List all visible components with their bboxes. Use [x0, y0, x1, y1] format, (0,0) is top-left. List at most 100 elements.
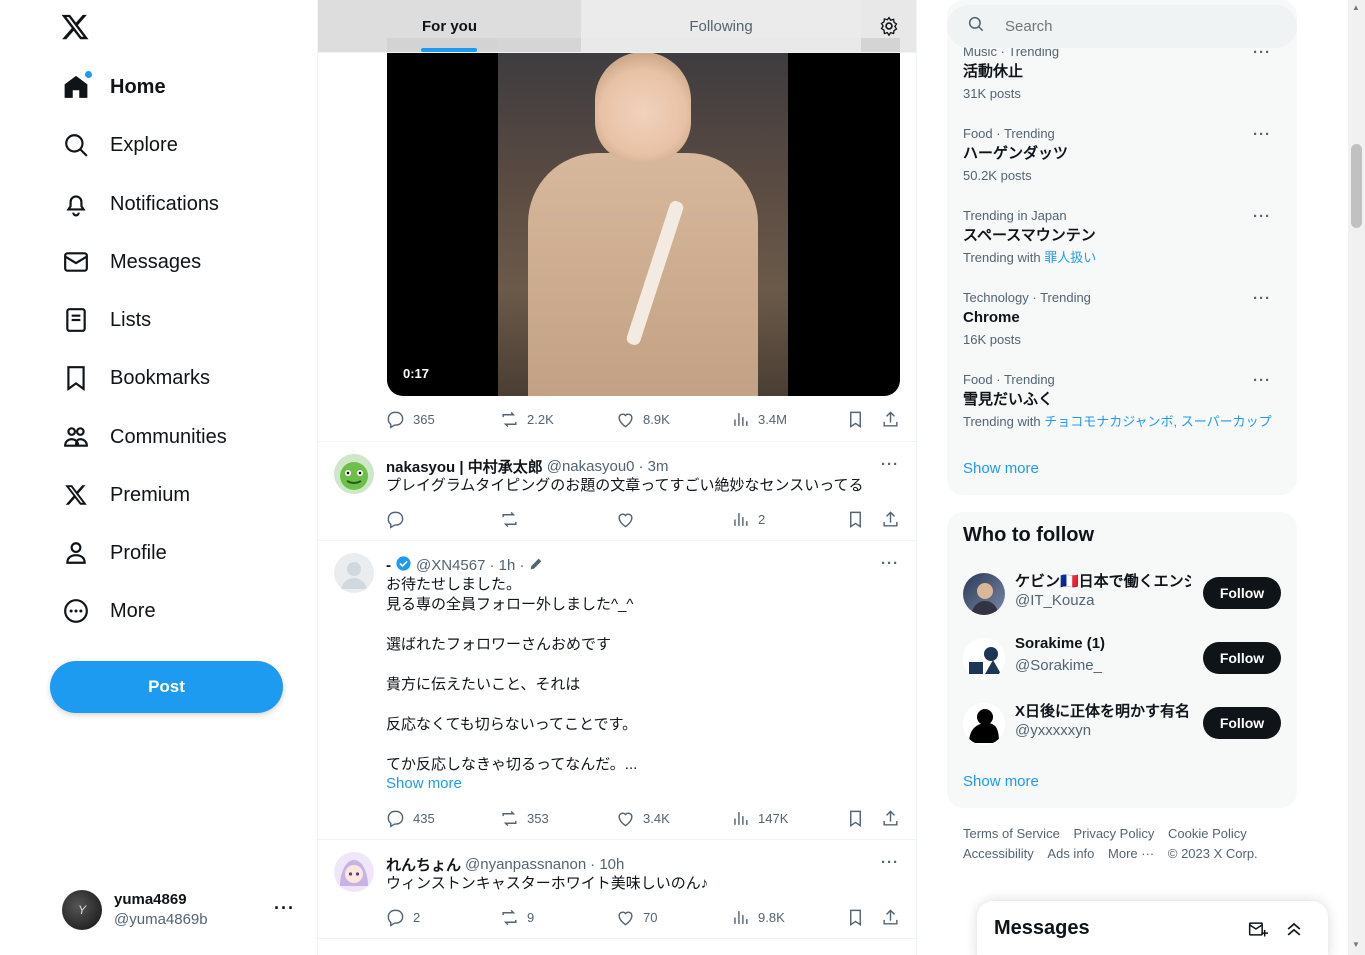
- avatar[interactable]: [334, 454, 374, 494]
- footer-ads-info[interactable]: Ads info: [1047, 844, 1094, 864]
- trend-related-link[interactable]: 罪人扱い: [1044, 250, 1096, 265]
- tab-for-you[interactable]: For you: [318, 0, 581, 52]
- trend-item[interactable]: Technology · Trending Chrome 16K posts ·…: [963, 290, 1281, 348]
- tweet-time[interactable]: · 10h: [590, 856, 624, 873]
- share-button[interactable]: [881, 510, 900, 529]
- bookmark-button[interactable]: [846, 809, 865, 828]
- tweet[interactable]: れんちょん @nyanpassnanon · 10h ··· ウィンストンキャス…: [318, 839, 916, 939]
- like-button[interactable]: 8.9K: [616, 410, 670, 429]
- more-horizontal-icon[interactable]: ···: [881, 854, 899, 871]
- footer-privacy[interactable]: Privacy Policy: [1073, 824, 1154, 844]
- trends-show-more[interactable]: Show more: [963, 460, 1039, 477]
- tweet[interactable]: nakasyou | 中村承太郎 @nakasyou0 · 3m ··· プレイ…: [318, 441, 916, 541]
- nav-communities[interactable]: Communities: [50, 412, 239, 462]
- more-horizontal-icon[interactable]: ···: [1253, 126, 1271, 143]
- scroll-down-arrow-icon[interactable]: ▼: [1352, 940, 1360, 949]
- repost-button[interactable]: 353: [500, 809, 549, 828]
- nav-explore[interactable]: Explore: [50, 120, 190, 170]
- author-handle[interactable]: @nyanpassnanon: [465, 856, 586, 873]
- reply-button[interactable]: [386, 510, 405, 529]
- tweet[interactable]: [318, 938, 916, 955]
- follow-suggestion[interactable]: Sorakime (1) @Sorakime_ Follow: [963, 634, 1281, 682]
- follow-suggestion[interactable]: X日後に正体を明かす有名 @yxxxxxyn Follow: [963, 699, 1281, 747]
- repost-button[interactable]: [500, 510, 519, 529]
- follow-button[interactable]: Follow: [1203, 577, 1281, 609]
- nav-home[interactable]: Home: [50, 62, 178, 112]
- author-name[interactable]: れんちょん: [386, 854, 461, 875]
- scrollbar-thumb[interactable]: [1351, 144, 1362, 228]
- views-button[interactable]: 9.8K: [731, 908, 785, 927]
- tab-following[interactable]: Following: [581, 0, 861, 52]
- post-button[interactable]: Post: [50, 661, 283, 713]
- avatar[interactable]: [334, 553, 374, 593]
- avatar[interactable]: [963, 638, 1005, 680]
- author-handle[interactable]: @nakasyou0: [547, 458, 635, 475]
- account-switcher[interactable]: Y yuma4869 @yuma4869b ···: [50, 878, 305, 942]
- more-horizontal-icon[interactable]: ···: [1253, 208, 1271, 225]
- nav-bookmarks[interactable]: Bookmarks: [50, 353, 222, 403]
- more-horizontal-icon[interactable]: ···: [881, 456, 899, 473]
- share-button[interactable]: [881, 410, 900, 429]
- tweet-time[interactable]: · 3m: [639, 458, 669, 475]
- avatar[interactable]: [963, 703, 1005, 745]
- who-to-follow-show-more[interactable]: Show more: [963, 773, 1039, 790]
- author-name[interactable]: nakasyou | 中村承太郎: [386, 456, 543, 477]
- trend-item[interactable]: Food · Trending ハーゲンダッツ 50.2K posts ···: [963, 126, 1281, 184]
- nav-profile[interactable]: Profile: [50, 528, 179, 578]
- video-player[interactable]: 0:17: [387, 38, 900, 396]
- footer-accessibility[interactable]: Accessibility: [963, 844, 1034, 864]
- like-button[interactable]: 3.4K: [616, 809, 670, 828]
- scroll-up-arrow-icon[interactable]: ▲: [1352, 3, 1360, 12]
- footer-terms[interactable]: Terms of Service: [963, 824, 1060, 844]
- more-horizontal-icon[interactable]: ···: [1253, 372, 1271, 389]
- views-button[interactable]: 2: [731, 510, 765, 529]
- author-handle[interactable]: @XN4567: [416, 557, 485, 574]
- reply-button[interactable]: 435: [386, 809, 435, 828]
- trend-item[interactable]: Trending in Japan スペースマウンテン Trending wit…: [963, 208, 1281, 266]
- bookmark-button[interactable]: [846, 908, 865, 927]
- follow-suggestion[interactable]: ケビン🇫🇷日本で働くエンジ @IT_Kouza Follow: [963, 569, 1281, 617]
- repost-button[interactable]: 2.2K: [500, 410, 554, 429]
- more-horizontal-icon[interactable]: ···: [881, 555, 899, 572]
- share-button[interactable]: [881, 908, 900, 927]
- messages-drawer[interactable]: Messages: [977, 901, 1328, 955]
- views-button[interactable]: 3.4M: [731, 410, 787, 429]
- window-scrollbar[interactable]: ▲ ▼: [1348, 0, 1365, 955]
- reply-button[interactable]: 365: [386, 410, 435, 429]
- more-horizontal-icon[interactable]: ···: [1253, 290, 1271, 307]
- x-logo-icon[interactable]: [60, 12, 92, 44]
- edited-pencil-icon[interactable]: [528, 556, 544, 576]
- nav-notifications[interactable]: Notifications: [50, 179, 231, 229]
- follow-button[interactable]: Follow: [1203, 642, 1281, 674]
- search-box[interactable]: [947, 5, 1297, 48]
- nav-lists[interactable]: Lists: [50, 295, 163, 345]
- bookmark-button[interactable]: [846, 510, 865, 529]
- share-button[interactable]: [881, 809, 900, 828]
- author-name[interactable]: -: [386, 557, 391, 574]
- tweet-time[interactable]: · 1h ·: [489, 557, 524, 574]
- nav-messages[interactable]: Messages: [50, 237, 213, 287]
- footer-cookie[interactable]: Cookie Policy: [1168, 824, 1247, 844]
- reply-button[interactable]: 2: [386, 908, 420, 927]
- footer-more[interactable]: More ···: [1108, 844, 1154, 864]
- repost-button[interactable]: 9: [500, 908, 534, 927]
- nav-premium[interactable]: Premium: [50, 470, 202, 520]
- like-button[interactable]: 70: [616, 908, 657, 927]
- trend-related-link[interactable]: チョコモナカジャンボ, スーパーカップ: [1044, 414, 1271, 429]
- show-more-link[interactable]: Show more: [386, 775, 462, 792]
- gear-icon[interactable]: [861, 0, 916, 52]
- avatar[interactable]: [963, 573, 1005, 615]
- trend-item[interactable]: Music · Trending 活動休止 31K posts ···: [963, 44, 1281, 102]
- bookmark-button[interactable]: [846, 410, 865, 429]
- views-button[interactable]: 147K: [731, 809, 788, 828]
- tweet[interactable]: - @XN4567 · 1h · ··· お待たせしました。 見る専の全員フォロ…: [318, 540, 916, 840]
- chevron-up-double-icon[interactable]: [1284, 919, 1304, 944]
- nav-label: More: [110, 599, 156, 622]
- search-input[interactable]: [1005, 18, 1265, 35]
- trend-item[interactable]: Food · Trending 雪見だいふく Trending with チョコ…: [963, 372, 1281, 430]
- avatar[interactable]: [334, 852, 374, 892]
- nav-more[interactable]: More: [50, 586, 168, 636]
- follow-button[interactable]: Follow: [1203, 707, 1281, 739]
- new-message-icon[interactable]: [1248, 919, 1268, 944]
- like-button[interactable]: [616, 510, 635, 529]
